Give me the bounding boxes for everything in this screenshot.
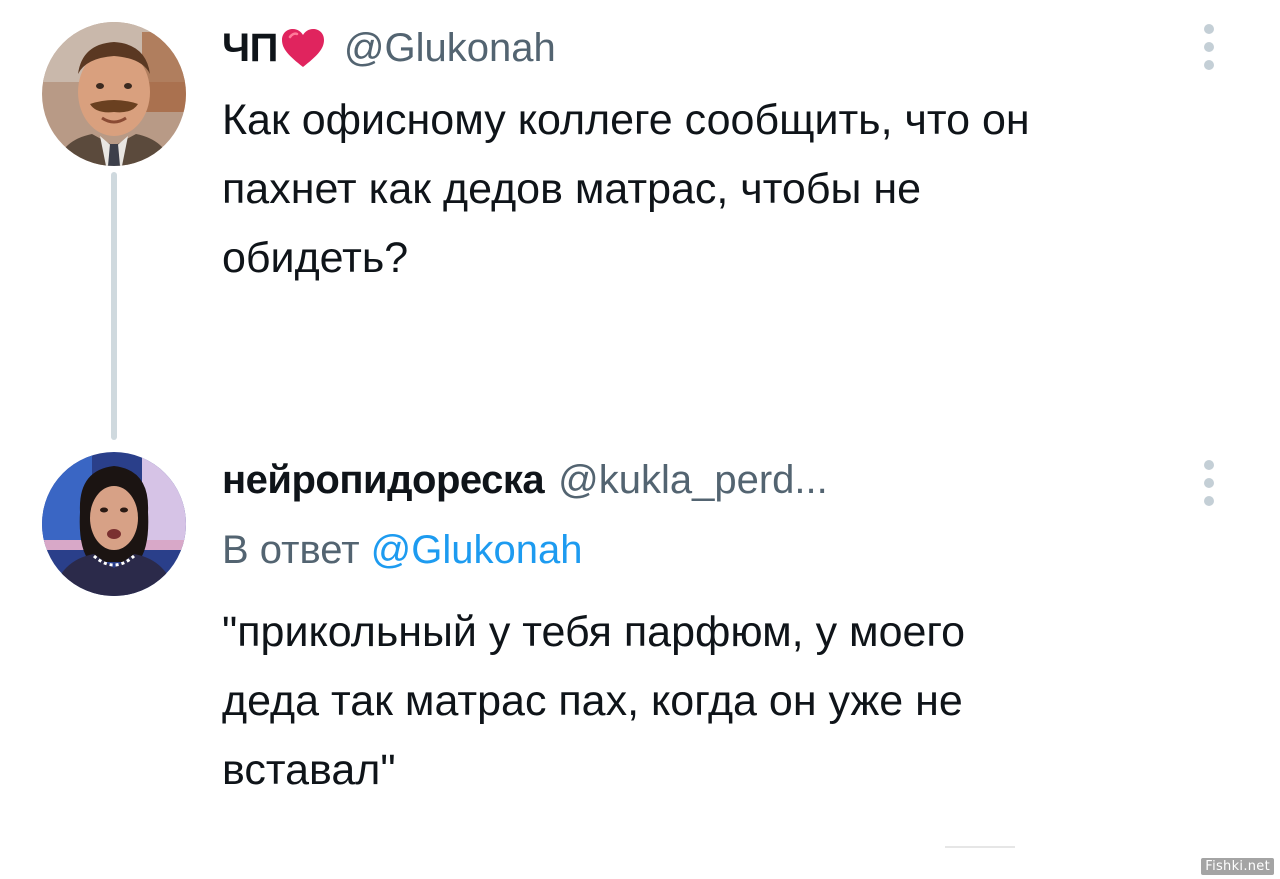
thread-connector-line bbox=[111, 172, 117, 440]
more-vertical-icon[interactable] bbox=[1198, 24, 1220, 78]
watermark: Fishki.net bbox=[1201, 858, 1274, 875]
tweet-original: ЧП @Glukonah Как офисному коллеге сообщи… bbox=[0, 0, 1280, 440]
more-vertical-icon[interactable] bbox=[1198, 460, 1220, 514]
reply-prefix: В ответ bbox=[222, 528, 360, 572]
tweet-reply: нейропидореска @kukla_perd... В ответ @G… bbox=[0, 440, 1280, 879]
avatar-woman-tv-studio-image bbox=[42, 452, 186, 596]
display-name[interactable]: нейропидореска bbox=[222, 458, 545, 503]
user-handle[interactable]: @Glukonah bbox=[344, 26, 556, 71]
heart-icon bbox=[280, 27, 326, 69]
avatar[interactable] bbox=[42, 22, 186, 166]
tweet-header: ЧП @Glukonah bbox=[222, 22, 556, 74]
avatar-mustached-man-image bbox=[42, 22, 186, 166]
divider bbox=[945, 846, 1015, 848]
avatar[interactable] bbox=[42, 452, 186, 596]
tweet-text: "прикольный у тебя парфюм, у моего деда … bbox=[222, 608, 966, 794]
reply-to-line: В ответ @Glukonah bbox=[222, 528, 583, 573]
reply-mention-link[interactable]: @Glukonah bbox=[371, 528, 583, 572]
display-name[interactable]: ЧП bbox=[222, 26, 278, 71]
tweet-header: нейропидореска @kukla_perd... bbox=[222, 454, 828, 506]
tweet-text: Как офисному коллеге сообщить, что он па… bbox=[222, 96, 1030, 282]
user-handle[interactable]: @kukla_perd... bbox=[558, 458, 828, 503]
